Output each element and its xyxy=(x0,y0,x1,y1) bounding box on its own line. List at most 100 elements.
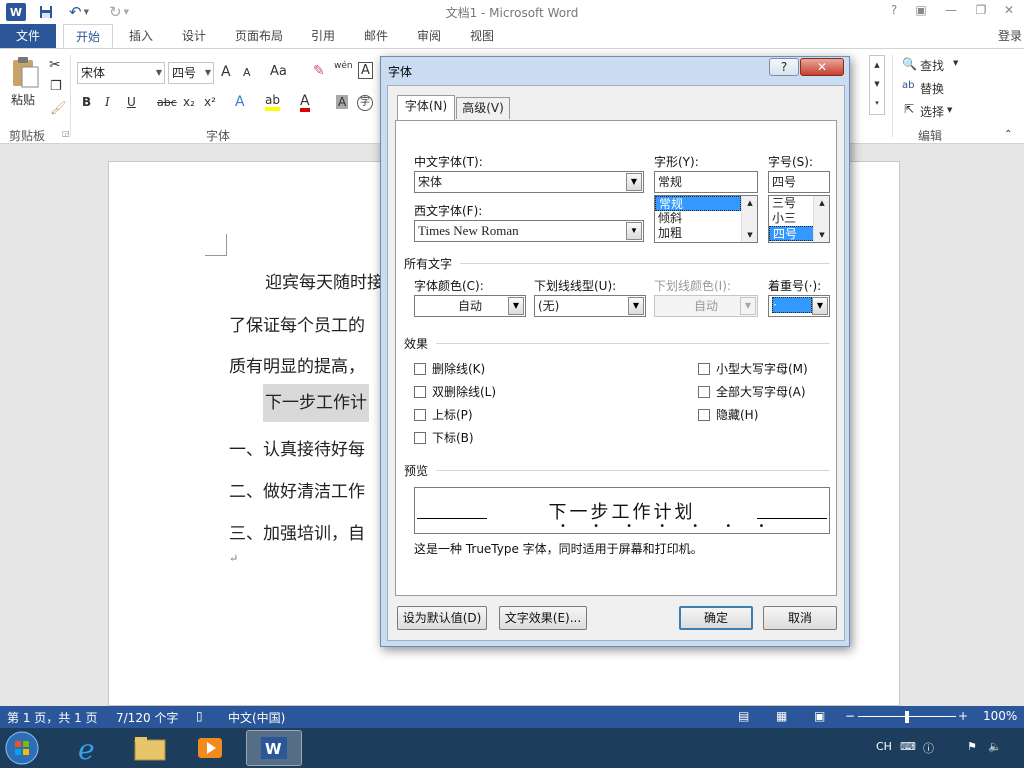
doc-line[interactable]: 了保证每个员工的 xyxy=(229,311,365,336)
keyboard-icon[interactable]: ⌨ xyxy=(900,740,916,753)
minimize-button[interactable]: — xyxy=(942,3,960,19)
tab-design[interactable]: 设计 xyxy=(173,24,215,48)
size-option[interactable]: 四号 xyxy=(769,226,820,241)
strikethrough-checkbox[interactable]: 删除线(K) xyxy=(414,360,485,377)
size-input[interactable]: 四号 xyxy=(768,171,830,193)
flag-icon[interactable]: ⚑ xyxy=(967,740,977,753)
small-caps-checkbox[interactable]: 小型大写字母(M) xyxy=(698,360,808,377)
subscript-button[interactable]: x₂ xyxy=(183,95,195,109)
style-input[interactable]: 常规 xyxy=(654,171,758,193)
replace-button[interactable]: 替换 xyxy=(920,80,944,97)
enclose-char-button[interactable]: 字 xyxy=(357,95,373,111)
zoom-out-button[interactable]: − xyxy=(845,709,855,723)
ime-indicator[interactable]: CH xyxy=(876,740,892,753)
style-listbox[interactable]: 常规 倾斜 加粗 ▲ ▼ xyxy=(654,195,758,243)
tab-advanced[interactable]: 高级(V) xyxy=(456,97,510,119)
zoom-in-button[interactable]: + xyxy=(958,709,968,723)
hidden-checkbox[interactable]: 隐藏(H) xyxy=(698,406,758,423)
clipboard-launcher-icon[interactable]: ◲ xyxy=(62,129,70,138)
cut-icon[interactable]: ✂ xyxy=(49,57,61,73)
close-button[interactable]: ✕ xyxy=(1000,3,1018,19)
size-listbox[interactable]: 三号 小三 四号 ▲ ▼ xyxy=(768,195,830,243)
chevron-down-icon[interactable]: ▼ xyxy=(628,297,644,315)
doc-line[interactable]: 二、做好清洁工作 xyxy=(229,477,365,502)
change-case-button[interactable]: Aa xyxy=(270,64,287,79)
char-border-button[interactable]: A xyxy=(358,62,373,79)
tab-insert[interactable]: 插入 xyxy=(120,24,162,48)
zoom-slider-thumb[interactable] xyxy=(905,711,909,723)
emphasis-combo[interactable]: · ▼ xyxy=(768,295,830,317)
web-layout-icon[interactable]: ▣ xyxy=(814,709,825,723)
style-option[interactable]: 常规 xyxy=(655,196,741,211)
tab-home[interactable]: 开始 xyxy=(63,24,113,48)
west-font-combo[interactable]: Times New Roman ▼ xyxy=(414,220,644,242)
text-effects-button[interactable]: 文字效果(E)... xyxy=(499,606,587,630)
dialog-close-button[interactable]: ✕ xyxy=(800,58,844,76)
language-indicator[interactable]: 中文(中国) xyxy=(228,709,285,726)
char-shading-button[interactable]: A xyxy=(336,95,349,109)
doc-line-selected[interactable]: 下一步工作计 xyxy=(263,384,369,422)
select-icon[interactable]: ⇱ xyxy=(904,102,914,116)
clear-format-button[interactable]: ✎ xyxy=(313,63,325,79)
paste-button[interactable]: 粘贴 xyxy=(11,91,35,108)
listbox-scrollbar[interactable]: ▲ ▼ xyxy=(741,196,757,242)
replace-icon[interactable]: ab xyxy=(902,80,914,91)
format-painter-icon[interactable]: 🖌 xyxy=(50,101,67,116)
styles-scroll[interactable]: ▲ ▼ ▾ xyxy=(869,55,885,115)
ie-icon[interactable]: e xyxy=(64,730,116,766)
subscript-checkbox[interactable]: 下标(B) xyxy=(414,429,474,446)
doc-line[interactable]: 三、加强培训，自 xyxy=(229,519,365,544)
copy-icon[interactable]: ❐ xyxy=(50,79,62,94)
tab-review[interactable]: 审阅 xyxy=(409,24,449,48)
style-option[interactable]: 加粗 xyxy=(655,226,741,241)
print-layout-icon[interactable]: ▦ xyxy=(776,709,787,723)
select-button[interactable]: 选择 xyxy=(920,103,944,120)
size-option[interactable]: 三号 xyxy=(769,196,819,211)
chevron-down-icon[interactable]: ▼ xyxy=(812,297,828,315)
bold-button[interactable]: B xyxy=(82,95,91,109)
help-icon[interactable]: ⓘ xyxy=(923,740,934,756)
help-icon[interactable]: ? xyxy=(885,3,903,19)
style-option[interactable]: 倾斜 xyxy=(655,211,741,226)
start-button[interactable] xyxy=(2,730,44,766)
font-size-combo[interactable]: 四号 ▼ xyxy=(168,62,214,84)
ok-button[interactable]: 确定 xyxy=(679,606,753,630)
shrink-font-button[interactable]: A xyxy=(243,66,251,79)
text-effect-button[interactable]: A xyxy=(235,94,245,110)
collapse-ribbon-icon[interactable]: ⌃ xyxy=(1004,129,1012,140)
highlight-button[interactable]: ab xyxy=(265,94,280,111)
set-default-button[interactable]: 设为默认值(D) xyxy=(397,606,487,630)
ribbon-display-icon[interactable]: ▣ xyxy=(912,3,930,19)
double-strikethrough-checkbox[interactable]: 双删除线(L) xyxy=(414,383,496,400)
page-count[interactable]: 第 1 页，共 1 页 xyxy=(7,709,98,726)
volume-icon[interactable]: 🔈 xyxy=(988,740,1002,753)
italic-button[interactable]: I xyxy=(105,95,110,109)
select-dropdown-icon[interactable]: ▼ xyxy=(947,106,952,114)
cancel-button[interactable]: 取消 xyxy=(763,606,837,630)
explorer-icon[interactable] xyxy=(124,730,176,766)
tab-layout[interactable]: 页面布局 xyxy=(228,24,290,48)
tab-file[interactable]: 文件 xyxy=(0,24,56,48)
underline-button[interactable]: U xyxy=(127,95,136,109)
find-dropdown-icon[interactable]: ▼ xyxy=(953,59,958,67)
read-mode-icon[interactable]: ▤ xyxy=(738,709,749,723)
underline-type-combo[interactable]: (无) ▼ xyxy=(534,295,646,317)
word-count[interactable]: 7/120 个字 xyxy=(116,709,178,726)
font-color-combo[interactable]: 自动 ▼ xyxy=(414,295,526,317)
doc-line[interactable]: 一、认真接待好每 xyxy=(229,435,365,460)
find-button[interactable]: 查找 xyxy=(920,57,944,74)
chevron-down-icon[interactable]: ▼ xyxy=(508,297,524,315)
chevron-down-icon[interactable]: ▼ xyxy=(626,173,642,191)
tab-references[interactable]: 引用 xyxy=(303,24,343,48)
word-taskbar-icon[interactable]: W xyxy=(246,730,302,766)
tab-view[interactable]: 视图 xyxy=(462,24,502,48)
zoom-level[interactable]: 100% xyxy=(983,709,1017,723)
chevron-down-icon[interactable]: ▼ xyxy=(626,222,642,240)
cn-font-combo[interactable]: 宋体 ▼ xyxy=(414,171,644,193)
superscript-button[interactable]: x² xyxy=(204,95,216,109)
proofing-icon[interactable]: ▯ xyxy=(196,709,203,723)
font-color-button[interactable]: A xyxy=(300,94,310,112)
grow-font-button[interactable]: A xyxy=(221,64,231,80)
login-link[interactable]: 登录 xyxy=(998,27,1022,44)
size-option[interactable]: 小三 xyxy=(769,211,819,226)
